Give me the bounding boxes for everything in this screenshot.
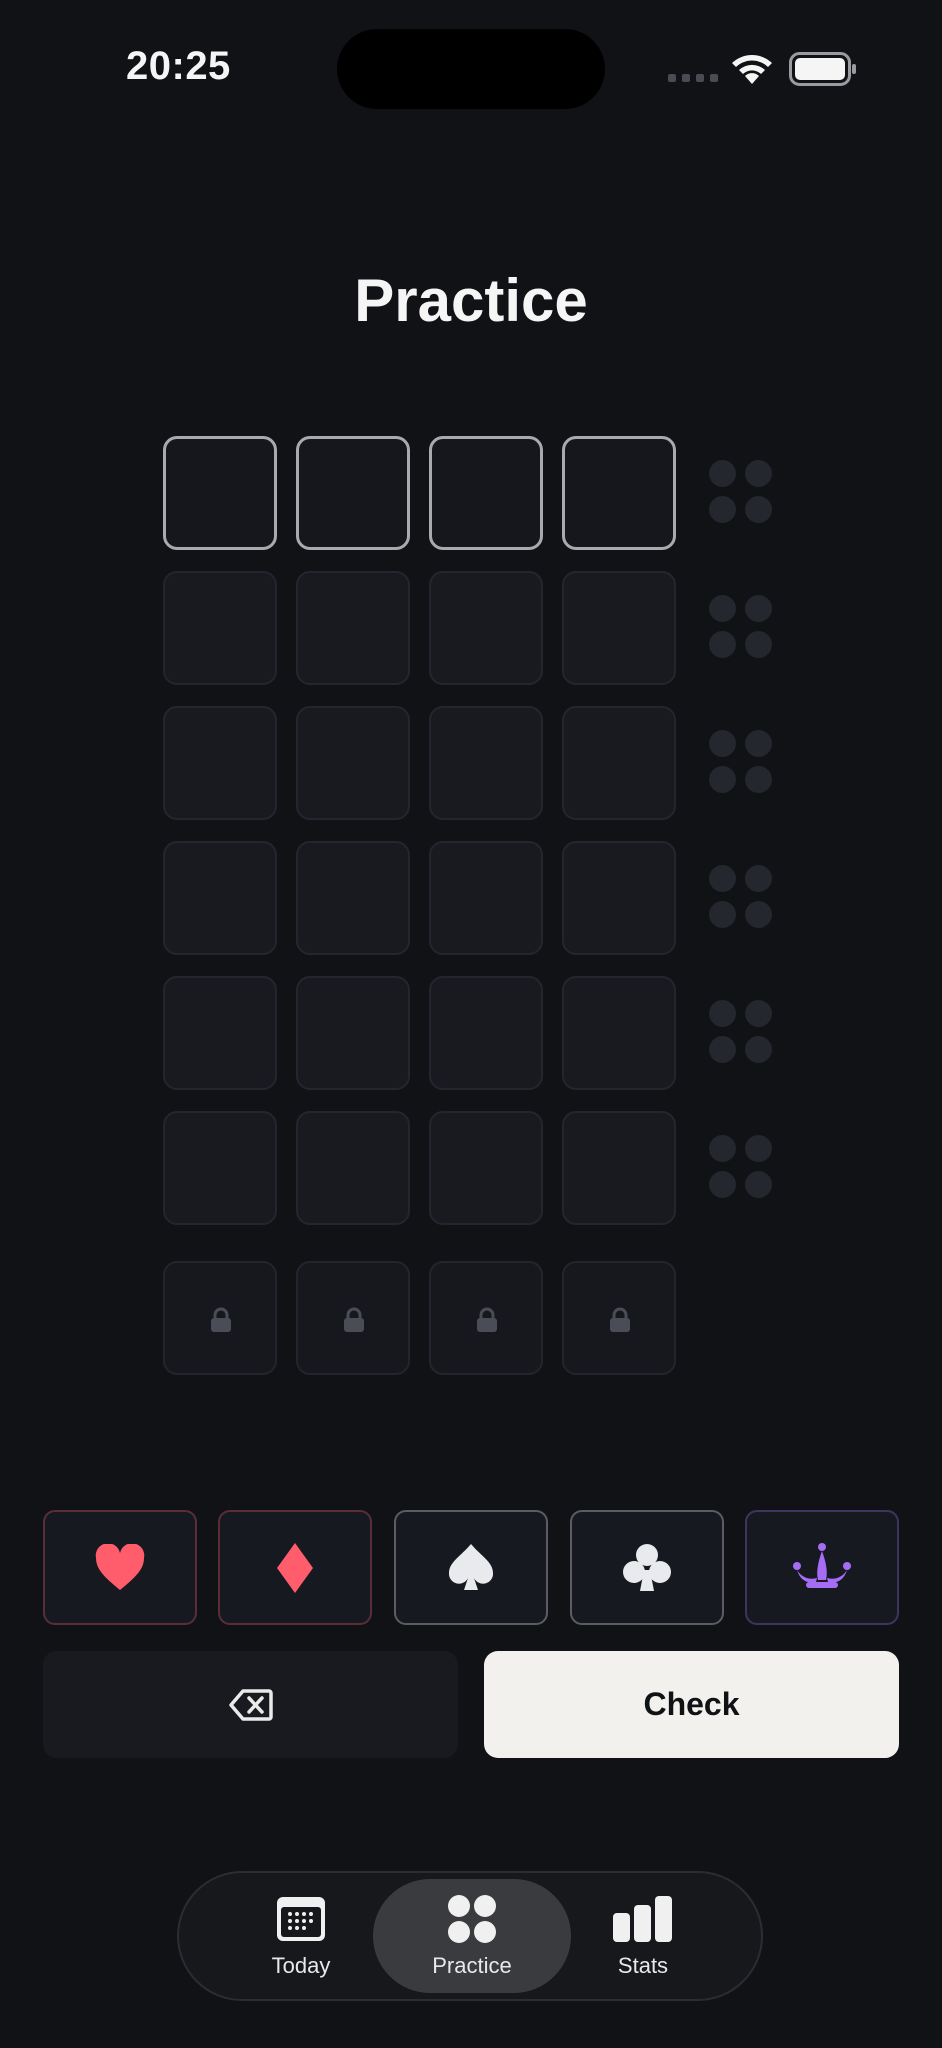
feedback-pegs — [709, 865, 775, 931]
joker-button[interactable] — [745, 1510, 899, 1625]
tab-label: Practice — [432, 1953, 512, 1978]
joker-crown-icon — [793, 1542, 851, 1588]
guess-row — [163, 841, 783, 957]
guess-slot — [562, 706, 676, 820]
guess-row — [163, 706, 783, 822]
guess-slot — [163, 976, 277, 1090]
diamond-icon — [277, 1542, 313, 1593]
guess-row — [163, 436, 783, 552]
guess-slot — [163, 571, 277, 685]
check-button[interactable]: Check — [484, 1651, 899, 1758]
locked-slot — [296, 1261, 410, 1375]
feedback-pegs — [709, 1000, 775, 1066]
feedback-pegs — [709, 1135, 775, 1201]
tab-bar: Today Practice Stats — [177, 1871, 763, 2001]
feedback-pegs — [709, 460, 775, 526]
lock-icon — [211, 1307, 231, 1332]
feedback-pegs — [709, 730, 775, 796]
guess-slot — [296, 706, 410, 820]
guess-slot[interactable] — [429, 436, 543, 550]
guess-slot — [163, 841, 277, 955]
locked-slot — [562, 1261, 676, 1375]
tab-practice[interactable]: Practice — [373, 1879, 571, 1993]
club-button[interactable] — [570, 1510, 724, 1625]
guess-slot — [429, 706, 543, 820]
tab-today[interactable]: Today — [202, 1879, 400, 1993]
feedback-pegs — [709, 595, 775, 661]
heart-button[interactable] — [43, 1510, 197, 1625]
guess-slot — [429, 841, 543, 955]
spade-icon — [448, 1543, 494, 1590]
guess-slot — [429, 1111, 543, 1225]
status-time: 20:25 — [126, 44, 231, 88]
guess-slot — [163, 1111, 277, 1225]
dynamic-island — [337, 29, 605, 109]
guess-slot — [296, 571, 410, 685]
locked-slot — [163, 1261, 277, 1375]
calendar-icon — [277, 1897, 325, 1941]
lock-icon — [344, 1307, 364, 1332]
cellular-signal-icon — [668, 74, 718, 82]
backspace-button[interactable] — [43, 1651, 458, 1758]
locked-slot — [429, 1261, 543, 1375]
four-dots-icon — [448, 1895, 496, 1943]
lock-icon — [610, 1307, 630, 1332]
guess-slot[interactable] — [562, 436, 676, 550]
guess-row — [163, 571, 783, 687]
diamond-button[interactable] — [218, 1510, 372, 1625]
lock-icon — [477, 1307, 497, 1332]
tab-label: Today — [271, 1953, 331, 1978]
wifi-icon — [730, 52, 774, 91]
battery-icon — [789, 52, 857, 91]
solution-row — [163, 1261, 783, 1377]
spade-button[interactable] — [394, 1510, 548, 1625]
guess-slot — [429, 571, 543, 685]
guess-row — [163, 1111, 783, 1227]
club-icon — [623, 1543, 671, 1591]
tab-stats[interactable]: Stats — [544, 1879, 742, 1993]
guess-slot — [296, 841, 410, 955]
backspace-icon — [228, 1688, 273, 1721]
bar-chart-icon — [613, 1896, 672, 1942]
guess-slot — [562, 841, 676, 955]
guess-slot — [296, 976, 410, 1090]
tab-label: Stats — [617, 1953, 669, 1978]
status-bar: 20:25 — [0, 0, 942, 140]
guess-slot[interactable] — [163, 436, 277, 550]
guess-row — [163, 976, 783, 1092]
guess-slot — [163, 706, 277, 820]
heart-icon — [95, 1543, 145, 1590]
guess-slot — [429, 976, 543, 1090]
guess-slot — [562, 571, 676, 685]
guess-slot[interactable] — [296, 436, 410, 550]
guess-slot — [562, 976, 676, 1090]
guess-slot — [296, 1111, 410, 1225]
page-title: Practice — [354, 267, 588, 334]
guess-slot — [562, 1111, 676, 1225]
